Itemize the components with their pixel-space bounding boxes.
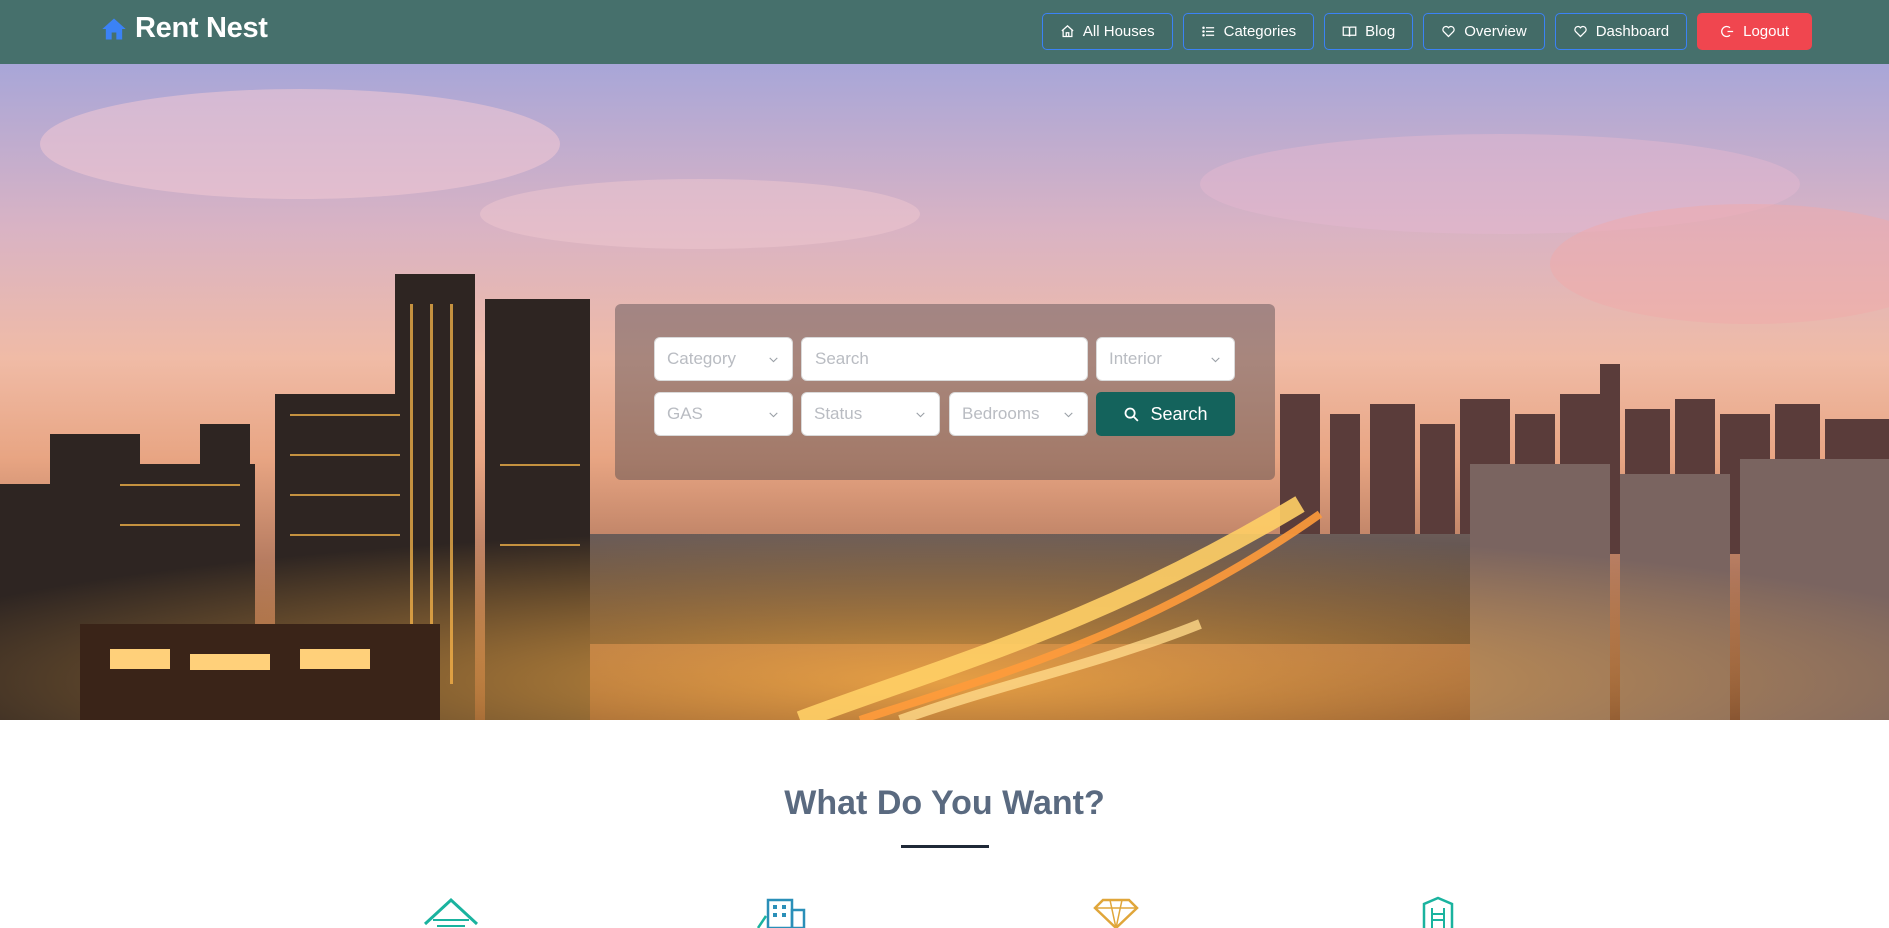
gas-placeholder: GAS bbox=[667, 404, 703, 423]
chevron-down-icon bbox=[916, 411, 925, 417]
bedrooms-placeholder: Bedrooms bbox=[962, 404, 1040, 423]
list-icon bbox=[1201, 26, 1214, 37]
home-icon bbox=[99, 14, 129, 44]
category-placeholder: Category bbox=[667, 349, 736, 368]
search-icon bbox=[1125, 407, 1139, 422]
title-underline bbox=[901, 845, 989, 848]
heart-icon bbox=[1442, 25, 1455, 38]
nav-blog-button[interactable]: Blog bbox=[1324, 13, 1414, 50]
chevron-down-icon bbox=[769, 411, 778, 417]
office-building-icon[interactable] bbox=[1420, 896, 1456, 928]
interior-select[interactable]: Interior bbox=[1096, 337, 1235, 381]
gas-select[interactable]: GAS bbox=[654, 392, 793, 436]
chevron-down-icon bbox=[1064, 411, 1073, 417]
diamond-icon[interactable] bbox=[1093, 896, 1139, 928]
house-roof-icon[interactable] bbox=[421, 896, 481, 928]
logout-label: Logout bbox=[1743, 23, 1789, 40]
section-title: What Do You Want? bbox=[784, 784, 1105, 822]
main-nav: All Houses Categories Blog Overview Dash… bbox=[1041, 13, 1812, 50]
hero-banner: Category Interior GAS Status Bedrooms Se… bbox=[0, 64, 1889, 720]
nav-dashboard-button[interactable]: Dashboard bbox=[1554, 13, 1688, 50]
search-button-label: Search bbox=[1150, 403, 1208, 424]
nav-label: Blog bbox=[1365, 23, 1396, 40]
nav-categories-button[interactable]: Categories bbox=[1182, 13, 1315, 50]
home-outline-icon bbox=[1061, 25, 1074, 38]
navbar: Rent Nest All Houses Categories Blog Ove… bbox=[0, 0, 1889, 64]
search-panel: Category Interior GAS Status Bedrooms Se… bbox=[615, 304, 1275, 480]
chevron-down-icon bbox=[1211, 356, 1220, 362]
nav-label: All Houses bbox=[1082, 23, 1155, 40]
nav-label: Dashboard bbox=[1595, 23, 1670, 40]
logout-button[interactable]: Logout bbox=[1697, 13, 1812, 50]
logout-icon bbox=[1721, 25, 1734, 38]
book-icon bbox=[1342, 26, 1357, 37]
status-placeholder: Status bbox=[814, 404, 863, 423]
nav-overview-button[interactable]: Overview bbox=[1423, 13, 1545, 50]
category-select[interactable]: Category bbox=[654, 337, 793, 381]
nav-all-houses-button[interactable]: All Houses bbox=[1041, 13, 1173, 50]
nav-label: Categories bbox=[1223, 23, 1297, 40]
heart-icon bbox=[1574, 25, 1587, 38]
brand[interactable]: Rent Nest bbox=[99, 12, 268, 45]
chevron-down-icon bbox=[769, 356, 778, 362]
status-select[interactable]: Status bbox=[801, 392, 940, 436]
apartment-building-icon[interactable] bbox=[756, 896, 808, 928]
brand-name: Rent Nest bbox=[135, 12, 268, 44]
search-input[interactable] bbox=[801, 337, 1088, 381]
nav-label: Overview bbox=[1464, 23, 1527, 40]
interior-placeholder: Interior bbox=[1109, 349, 1162, 368]
search-button[interactable]: Search bbox=[1096, 392, 1235, 436]
bedrooms-select[interactable]: Bedrooms bbox=[949, 392, 1088, 436]
